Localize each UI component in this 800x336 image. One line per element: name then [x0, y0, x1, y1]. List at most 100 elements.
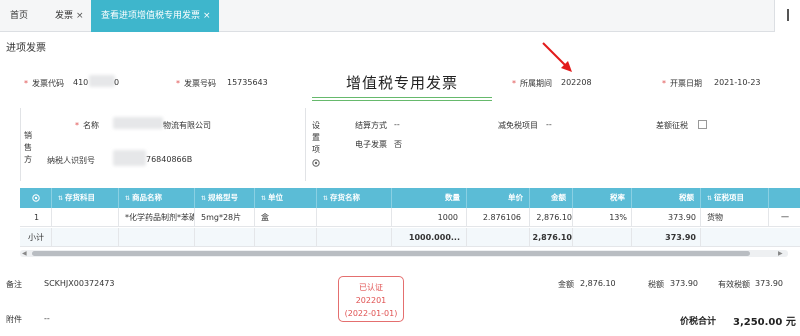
redacted-mask: [113, 150, 146, 166]
subtotal-label: 小计: [20, 228, 52, 247]
sort-icon: ⇅: [58, 195, 64, 202]
invoice-number-label: * 发票号码: [176, 79, 216, 88]
remark-value: SCKHJX00372473: [44, 279, 115, 288]
cell-account[interactable]: [52, 208, 119, 227]
tab-home[interactable]: 首页: [10, 0, 28, 32]
scrollbar-thumb[interactable]: [32, 251, 750, 256]
column-header-unit[interactable]: ⇅ 单位: [255, 188, 317, 208]
subtotal-empty: [119, 228, 195, 247]
effective-tax-label: 有效税额: [718, 280, 750, 289]
column-header-tax-rate[interactable]: 税率: [573, 188, 632, 208]
sort-icon: ⇅: [125, 195, 131, 202]
verified-stamp: 已认证 202201 (2022-01-01): [338, 276, 404, 322]
seller-name-label: * 名称: [75, 121, 99, 130]
tab-invoices[interactable]: 发票 ×: [55, 0, 84, 32]
column-header-product[interactable]: ⇅ 商品名称: [119, 188, 195, 208]
tab-menu-button[interactable]: [774, 0, 800, 32]
subtotal-tax: 373.90: [632, 228, 701, 247]
required-mark-icon: *: [24, 79, 28, 88]
invoice-number-value: 15735643: [227, 78, 268, 87]
tab-home-label: 首页: [10, 11, 29, 21]
redacted-mask: [89, 75, 115, 87]
sort-icon: ⇅: [323, 195, 329, 202]
row-index: 1: [20, 208, 52, 227]
amount-label: 金额: [558, 280, 574, 289]
subtotal-empty: [255, 228, 317, 247]
diff-tax-checkbox[interactable]: [698, 120, 707, 129]
remark-label: 备注: [6, 280, 22, 289]
title-underline: [312, 100, 492, 101]
column-header-inventory[interactable]: ⇅ 存货名称: [317, 188, 392, 208]
cell-extra[interactable]: 一: [769, 208, 800, 227]
tab-view-label: 查看进项增值税专用发票: [101, 11, 201, 21]
period-value: 202208: [561, 78, 592, 87]
cell-tax-rate[interactable]: 13%: [573, 208, 632, 227]
close-icon[interactable]: ×: [203, 11, 211, 21]
column-header-account[interactable]: ⇅ 存货科目: [52, 188, 119, 208]
red-arrow-annotation: [542, 42, 572, 72]
diff-tax-label: 差额征税: [656, 121, 688, 130]
scroll-left-icon[interactable]: ◀: [22, 250, 27, 257]
settlement-label: 结算方式: [355, 121, 387, 130]
seller-taxid-value: 76840866B: [146, 155, 193, 164]
subtotal-empty: [195, 228, 255, 247]
column-header-qty[interactable]: 数量: [392, 188, 467, 208]
subtotal-amount: 2,876.10: [530, 228, 573, 247]
period-label: * 所属期间: [512, 79, 552, 88]
column-header-tax-item[interactable]: ⇅ 征税项目: [701, 188, 769, 208]
close-icon[interactable]: ×: [76, 11, 84, 21]
settings-section-label: 设置项: [312, 121, 320, 154]
table-row[interactable]: 1 *化学药品制剂*苯磺 5mg*28片 盒 1000 2.876106 2,8…: [20, 208, 800, 227]
cell-amount[interactable]: 2,876.10: [530, 208, 573, 227]
sort-icon: ⇅: [261, 195, 267, 202]
attachment-value[interactable]: --: [44, 314, 50, 323]
invoice-code-label: * 发票代码: [24, 79, 64, 88]
required-mark-icon: *: [512, 79, 516, 88]
cell-inventory[interactable]: [317, 208, 392, 227]
cell-product[interactable]: *化学药品制剂*苯磺: [119, 208, 195, 227]
tab-view-input-vat-invoice[interactable]: 查看进项增值税专用发票 ×: [91, 0, 219, 32]
column-header-tax[interactable]: 税额: [632, 188, 701, 208]
subtotal-empty: [573, 228, 632, 247]
required-mark-icon: *: [75, 121, 79, 130]
page-title: 进项发票: [6, 43, 46, 54]
effective-tax-value: 373.90: [755, 279, 783, 288]
column-header-amount[interactable]: 金额: [530, 188, 573, 208]
divider-icon: [787, 9, 789, 21]
stamp-date: (2022-01-01): [344, 309, 398, 318]
tax-value: 373.90: [670, 279, 698, 288]
subtotal-row: 小计 1000.000... 2,876.10 373.90: [20, 228, 800, 247]
table-header: ⇅ 存货科目 ⇅ 商品名称 ⇅ 规格型号 ⇅ 单位 ⇅ 存货名称 数量 单价 金额 税率 …: [20, 188, 800, 208]
e-invoice-value: 否: [394, 140, 402, 149]
cell-qty[interactable]: 1000: [392, 208, 467, 227]
tax-reduction-label: 减免税项目: [498, 121, 538, 130]
tab-bar: 首页 发票 × 查看进项增值税专用发票 ×: [0, 0, 800, 32]
seller-taxid-label: 纳税人识别号: [47, 156, 95, 165]
cell-spec[interactable]: 5mg*28片: [195, 208, 255, 227]
total-label: 价税合计: [680, 317, 717, 327]
seller-section: [20, 108, 320, 181]
cell-unit[interactable]: 盒: [255, 208, 317, 227]
amount-value: 2,876.10: [580, 279, 616, 288]
subtotal-empty: [317, 228, 392, 247]
gear-icon[interactable]: [20, 188, 52, 208]
column-header-price[interactable]: 单价: [467, 188, 530, 208]
gear-icon[interactable]: [311, 158, 321, 168]
settlement-value: --: [394, 120, 400, 129]
cell-price[interactable]: 2.876106: [467, 208, 530, 227]
tax-label: 税额: [648, 280, 664, 289]
column-header-spec[interactable]: ⇅ 规格型号: [195, 188, 255, 208]
cell-tax-item[interactable]: 货物: [701, 208, 769, 227]
invoice-code-value-tail: 0: [114, 78, 120, 87]
scroll-right-icon[interactable]: ▶: [778, 250, 783, 257]
issue-date-label: * 开票日期: [662, 79, 702, 88]
seller-section-label: 销售方: [24, 131, 32, 164]
subtotal-empty: [467, 228, 530, 247]
title-underline: [312, 97, 492, 98]
redacted-mask: [113, 117, 163, 129]
tab-invoices-label: 发票: [55, 11, 74, 21]
subtotal-empty: [52, 228, 119, 247]
cell-tax[interactable]: 373.90: [632, 208, 701, 227]
total-value: 3,250.00 元: [733, 317, 796, 328]
issue-date-value: 2021-10-23: [714, 78, 761, 87]
